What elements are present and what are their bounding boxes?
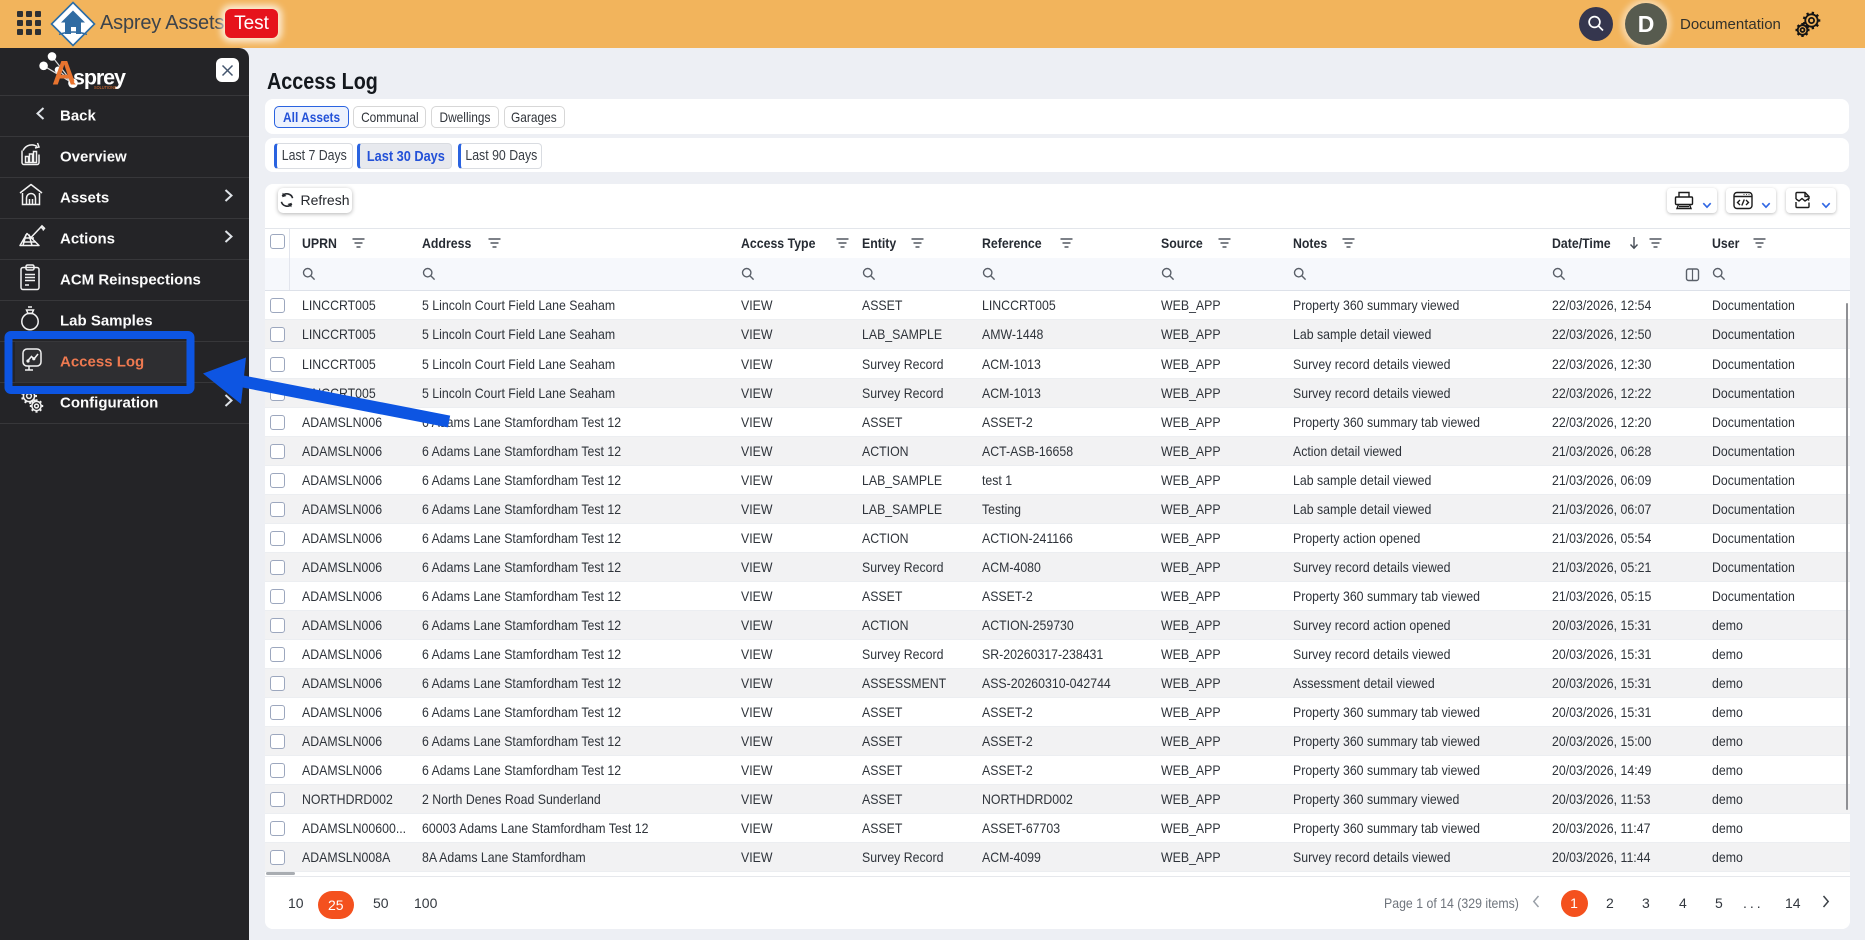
svg-text:SOLUTIONS: SOLUTIONS [94, 85, 117, 90]
